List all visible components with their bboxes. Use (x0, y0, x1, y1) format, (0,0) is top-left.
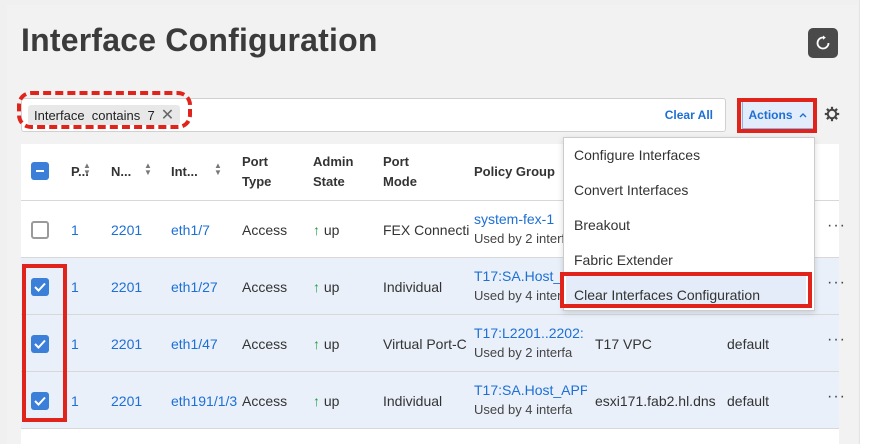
cell-interface[interactable]: eth191/1/3 (171, 393, 237, 409)
table-row-partial (21, 429, 839, 444)
menu-item-configure-interfaces[interactable]: Configure Interfaces (574, 147, 700, 163)
row-more-icon[interactable]: ··· (827, 274, 846, 292)
admin-state-text: up (323, 336, 340, 352)
cell-port-mode: FEX Connecti (383, 222, 469, 238)
cell-description: T17 VPC (595, 336, 652, 352)
refresh-icon (816, 35, 830, 50)
cell-policy-group[interactable]: T17:L2201..2202: (474, 325, 586, 341)
cell-port-mode: Individual (383, 279, 443, 295)
arrow-up-icon: ↑ (313, 222, 320, 238)
gear-icon (824, 106, 840, 122)
filter-chip-highlight (17, 91, 192, 129)
cell-p[interactable]: 1 (71, 279, 79, 295)
cell-p[interactable]: 1 (71, 393, 79, 409)
row-more-icon[interactable]: ··· (827, 217, 846, 235)
cell-interface[interactable]: eth1/27 (171, 279, 239, 295)
sort-icon[interactable]: ▲ ▼ (214, 162, 222, 177)
cell-interface[interactable]: eth1/7 (171, 222, 239, 238)
sort-icon[interactable]: ▲ ▼ (144, 162, 152, 177)
col-int[interactable]: Int... (171, 162, 198, 182)
arrow-up-icon: ↑ (313, 393, 320, 409)
cell-extra: default (727, 336, 770, 352)
cell-admin-state: ↑ up (313, 336, 339, 352)
admin-state-text: up (323, 222, 340, 238)
arrow-up-icon: ↑ (313, 279, 320, 295)
admin-state-text: up (323, 279, 340, 295)
cell-port-mode: Individual (383, 393, 443, 409)
cell-n[interactable]: 2201 (111, 393, 142, 409)
clear-config-highlight (560, 272, 812, 308)
col-admin-state-line1[interactable]: Admin (313, 152, 353, 172)
clear-all-link[interactable]: Clear All (665, 108, 713, 122)
col-admin-state-line2[interactable]: State (313, 172, 345, 192)
cell-policy-group[interactable]: system-fex-1 (474, 211, 564, 227)
admin-state-text: up (323, 393, 340, 409)
cell-p[interactable]: 1 (71, 222, 79, 238)
table-row[interactable]: 1 2201 eth1/47 Access ↑ up Virtual Port-… (21, 315, 845, 372)
cell-policy-group[interactable]: T17:SA.Host_APP (474, 382, 587, 398)
col-n[interactable]: N... (111, 162, 131, 182)
cell-port-type: Access (242, 279, 288, 295)
menu-item-fabric-extender[interactable]: Fabric Extender (574, 252, 673, 268)
cell-admin-state: ↑ up (313, 393, 339, 409)
settings-gear[interactable] (824, 106, 840, 127)
cell-policy-group-usage: Used by 4 interfa (474, 288, 564, 303)
col-policy-group[interactable]: Policy Group (474, 162, 555, 182)
arrow-up-icon: ↑ (313, 336, 320, 352)
cell-interface[interactable]: eth1/47 (171, 336, 239, 352)
cell-n[interactable]: 2201 (111, 336, 142, 352)
col-port-mode-line2[interactable]: Mode (383, 172, 417, 192)
cell-policy-group-usage: Used by 2 interfa (474, 231, 564, 246)
page-title: Interface Configuration (21, 22, 378, 58)
cell-policy-group-usage: Used by 4 interfa (474, 402, 573, 417)
cell-port-type: Access (242, 336, 288, 352)
actions-highlight (737, 98, 817, 133)
cell-port-mode: Virtual Port-C (383, 336, 467, 352)
cell-n[interactable]: 2201 (111, 279, 142, 295)
refresh-button[interactable] (808, 28, 838, 58)
cell-port-type: Access (242, 393, 288, 409)
menu-item-breakout[interactable]: Breakout (574, 217, 630, 233)
minus-icon (36, 170, 44, 172)
table-row[interactable]: 1 2201 eth191/1/3 Access ↑ up Individual… (21, 372, 845, 429)
cell-port-type: Access (242, 222, 288, 238)
col-port-type-line2[interactable]: Type (242, 172, 271, 192)
cell-policy-group[interactable]: T17:SA.Host_ (474, 268, 564, 284)
cell-admin-state: ↑ up (313, 222, 339, 238)
row-checkbox[interactable] (31, 221, 49, 239)
selected-checkboxes-highlight (22, 264, 67, 422)
col-port-mode-line1[interactable]: Port (383, 152, 409, 172)
col-port-type-line1[interactable]: Port (242, 152, 268, 172)
page-scrollbar[interactable] (859, 0, 873, 444)
cell-p[interactable]: 1 (71, 336, 79, 352)
menu-item-convert-interfaces[interactable]: Convert Interfaces (574, 182, 688, 198)
cell-policy-group-usage: Used by 2 interfa (474, 345, 573, 360)
cell-description: esxi171.fab2.hl.dns (595, 393, 716, 409)
row-more-icon[interactable]: ··· (827, 331, 846, 349)
row-more-icon[interactable]: ··· (827, 388, 846, 406)
select-all-checkbox[interactable] (31, 162, 49, 180)
cell-admin-state: ↑ up (313, 279, 339, 295)
sort-icon[interactable]: ▲ ▼ (83, 162, 91, 177)
cell-n[interactable]: 2201 (111, 222, 142, 238)
cell-extra: default (727, 393, 770, 409)
